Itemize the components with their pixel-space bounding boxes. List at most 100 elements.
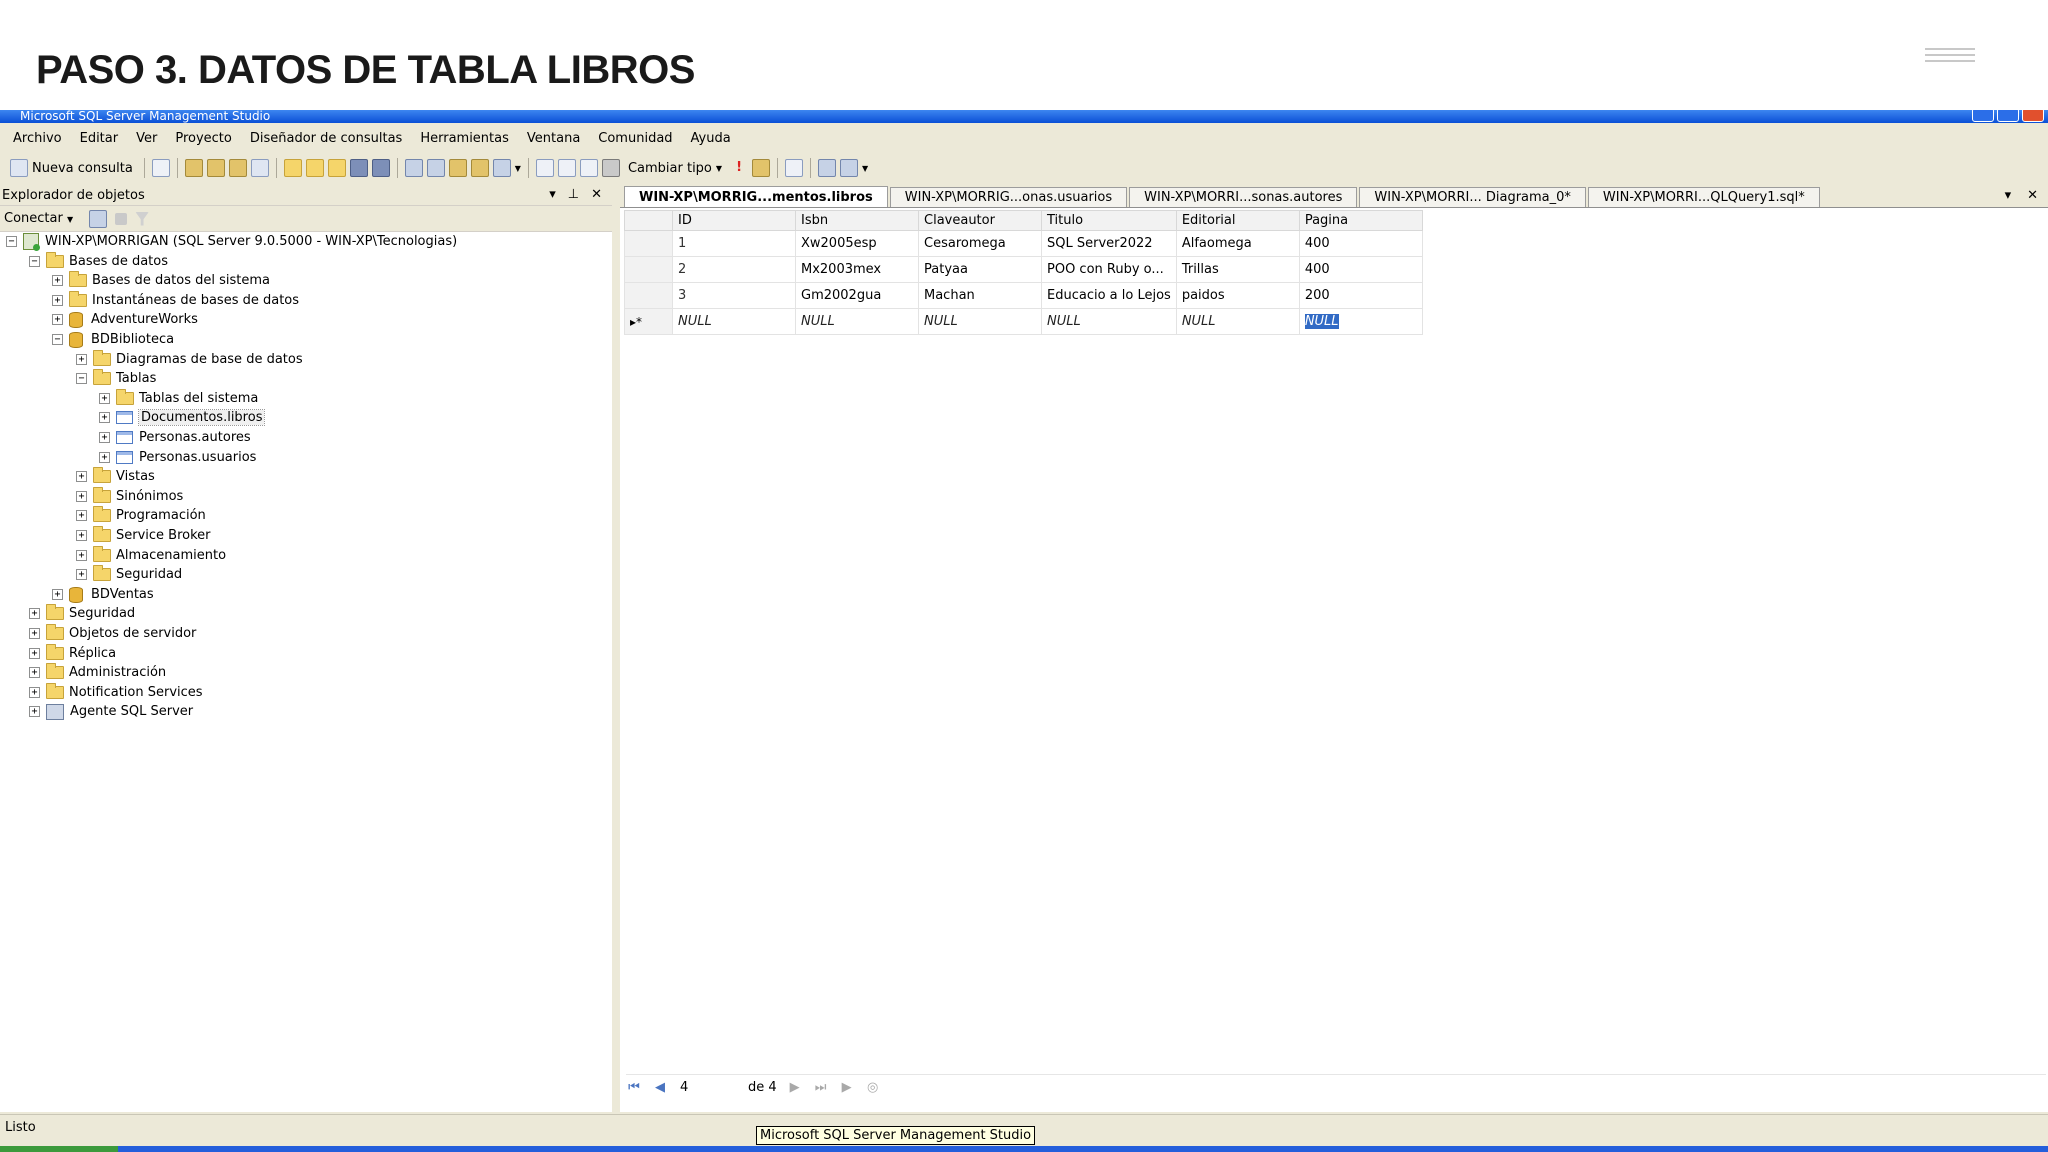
tree-node-views[interactable]: + Vistas (76, 467, 155, 486)
menu-herramientas[interactable]: Herramientas (411, 131, 518, 146)
grid-cell[interactable]: paidos (1175, 282, 1300, 309)
previous-record-icon[interactable]: ◀ (652, 1080, 668, 1096)
grid-cell[interactable]: 3 (672, 282, 796, 309)
registered-servers-icon[interactable] (404, 159, 423, 177)
grid-cell-null[interactable]: NULL (672, 308, 796, 335)
save-all-icon[interactable] (371, 159, 390, 177)
expand-icon[interactable]: + (29, 667, 40, 678)
menu-ayuda[interactable]: Ayuda (682, 131, 740, 146)
minimize-button[interactable] (1972, 110, 1994, 122)
menu-disenador[interactable]: Diseñador de consultas (241, 131, 411, 146)
expand-icon[interactable]: + (29, 628, 40, 639)
menu-editar[interactable]: Editar (71, 131, 128, 146)
tree-node-bdbiblioteca[interactable]: − BDBiblioteca (52, 330, 174, 349)
tab-diagrama[interactable]: WIN-XP\MORRI... Diagrama_0* (1359, 187, 1586, 207)
start-button[interactable] (0, 1146, 118, 1152)
open-project-icon[interactable] (327, 159, 346, 177)
grid-cell[interactable]: Cesaromega (918, 230, 1042, 257)
grid-cell[interactable]: Mx2003mex (795, 256, 919, 283)
execute-icon[interactable]: ! (730, 159, 748, 177)
menu-comunidad[interactable]: Comunidad (589, 131, 681, 146)
show-results-icon[interactable] (601, 159, 620, 177)
column-header[interactable]: Editorial (1175, 210, 1300, 231)
last-record-icon[interactable]: ⏭ (813, 1080, 829, 1096)
pin-icon[interactable]: ⊥ (568, 187, 579, 202)
first-record-icon[interactable]: ⏮ (626, 1080, 642, 1096)
next-record-icon[interactable]: ▶ (787, 1080, 803, 1096)
mdx-query-icon[interactable] (228, 159, 247, 177)
toolbar-overflow-icon-2[interactable]: ▼ (862, 164, 868, 173)
tree-node-programming[interactable]: + Programación (76, 506, 206, 525)
close-window-button[interactable] (2022, 110, 2044, 122)
expand-icon[interactable]: + (29, 706, 40, 717)
expand-icon[interactable]: + (52, 275, 63, 286)
expand-icon[interactable]: + (76, 530, 87, 541)
grid-cell[interactable]: POO con Ruby o... (1041, 256, 1177, 283)
change-type-button[interactable]: Cambiar tipo ▼ (624, 157, 726, 179)
grid-cell[interactable]: Alfaomega (1175, 230, 1300, 257)
expand-icon[interactable]: + (52, 314, 63, 325)
collapse-icon[interactable]: − (29, 256, 40, 267)
grid-cell[interactable]: SQL Server2022 (1041, 230, 1177, 257)
tab-autores[interactable]: WIN-XP\MORRI...sonas.autores (1129, 187, 1358, 207)
expand-icon[interactable]: + (52, 589, 63, 600)
tree-node-table-usuarios[interactable]: + Personas.usuarios (99, 448, 256, 467)
tree-node-storage[interactable]: + Almacenamiento (76, 546, 226, 565)
expand-icon[interactable]: + (99, 432, 110, 443)
tree-node-synonyms[interactable]: + Sinónimos (76, 487, 183, 506)
connect-button[interactable]: Conectar ▼ (4, 211, 73, 226)
expand-icon[interactable]: + (99, 452, 110, 463)
grid-cell-null[interactable]: NULL (1041, 308, 1177, 335)
tree-node-management[interactable]: + Administración (29, 663, 166, 682)
tree-node-service-broker[interactable]: + Service Broker (76, 526, 211, 545)
new-query-button[interactable]: Nueva consulta (6, 157, 137, 179)
close-tab-icon[interactable]: ✕ (2027, 188, 2038, 203)
add-derived-table-icon[interactable] (840, 159, 859, 177)
collapse-icon[interactable]: − (76, 373, 87, 384)
expand-icon[interactable]: + (76, 569, 87, 580)
add-table-icon[interactable] (818, 159, 837, 177)
column-header[interactable]: Isbn (795, 210, 919, 231)
tab-libros[interactable]: WIN-XP\MORRIG...mentos.libros (624, 186, 888, 207)
grid-cell-null[interactable]: NULL (918, 308, 1042, 335)
grid-cell-null[interactable]: NULL (795, 308, 919, 335)
row-selector[interactable] (624, 282, 673, 309)
toolbox-icon[interactable] (492, 159, 511, 177)
group-by-icon[interactable] (785, 159, 804, 177)
tab-query[interactable]: WIN-XP\MORRI...QLQuery1.sql* (1587, 187, 1820, 207)
tree-node-system-dbs[interactable]: + Bases de datos del sistema (52, 271, 270, 290)
grid-cell-null-selected[interactable]: NULL (1298, 308, 1423, 335)
menu-ventana[interactable]: Ventana (518, 131, 589, 146)
menu-ver[interactable]: Ver (127, 131, 166, 146)
expand-icon[interactable]: + (52, 295, 63, 306)
expand-icon[interactable]: + (29, 608, 40, 619)
open-folder-icon[interactable] (283, 159, 302, 177)
expand-icon[interactable]: + (76, 510, 87, 521)
save-icon[interactable] (349, 159, 368, 177)
grid-cell[interactable]: Educacio a lo Lejos (1041, 282, 1177, 309)
grid-cell[interactable]: 200 (1298, 282, 1423, 309)
tree-node-databases[interactable]: − Bases de datos (29, 252, 168, 271)
row-selector[interactable] (624, 230, 673, 257)
grid-cell[interactable]: 400 (1298, 230, 1423, 257)
db-query-icon[interactable] (184, 159, 203, 177)
tree-node-tables[interactable]: − Tablas (76, 369, 156, 388)
expand-icon[interactable]: + (76, 471, 87, 482)
record-number-input[interactable] (678, 1078, 738, 1097)
expand-icon[interactable]: + (76, 354, 87, 365)
tree-node-table-autores[interactable]: + Personas.autores (99, 428, 251, 447)
collapse-icon[interactable]: − (52, 334, 63, 345)
expand-icon[interactable]: + (29, 687, 40, 698)
grid-cell[interactable]: Trillas (1175, 256, 1300, 283)
tree-node-snapshots[interactable]: + Instantáneas de bases de datos (52, 291, 299, 310)
tree-node-adventureworks[interactable]: + AdventureWorks (52, 310, 198, 329)
verify-sql-icon[interactable] (752, 159, 771, 177)
tree-node-bdventas[interactable]: + BDVentas (52, 585, 154, 604)
close-panel-icon[interactable]: ✕ (591, 187, 602, 202)
grid-cell[interactable]: Gm2002gua (795, 282, 919, 309)
menu-archivo[interactable]: Archivo (4, 131, 71, 146)
toolbar-overflow-icon[interactable]: ▼ (515, 164, 521, 173)
tree-node-diagrams[interactable]: + Diagramas de base de datos (76, 350, 303, 369)
expand-icon[interactable]: + (99, 412, 110, 423)
panel-dropdown-icon[interactable]: ▾ (549, 187, 556, 202)
